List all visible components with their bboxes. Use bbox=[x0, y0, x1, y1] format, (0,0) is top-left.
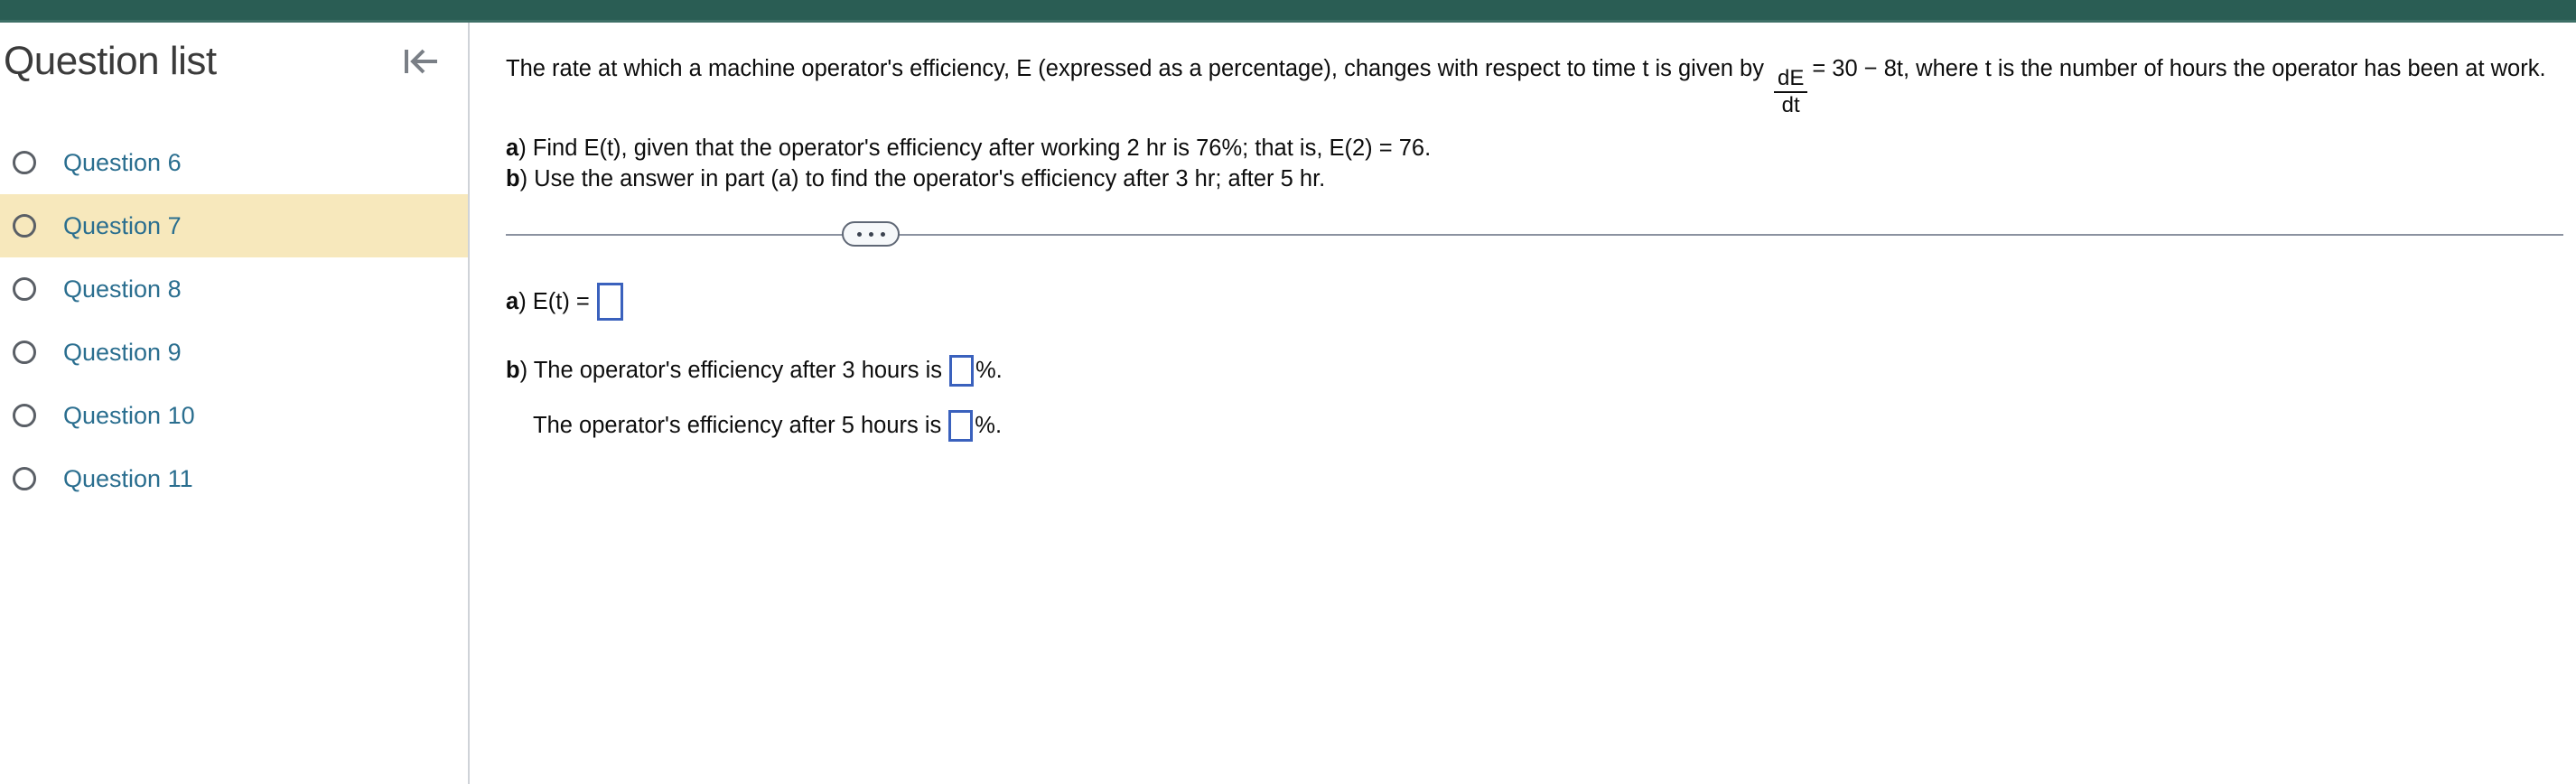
problem-part-b: b) Use the answer in part (a) to find th… bbox=[506, 163, 2563, 194]
page-title: Question list bbox=[4, 39, 217, 83]
question-radio[interactable] bbox=[13, 467, 36, 490]
question-radio[interactable] bbox=[13, 214, 36, 238]
part-b-letter: b bbox=[506, 166, 520, 191]
sidebar-item-question-8[interactable]: Question 8 bbox=[0, 257, 468, 321]
answer-a-prefix: ) E(t) = bbox=[518, 288, 590, 314]
answer-row-c: The operator's efficiency after 5 hours … bbox=[506, 410, 2563, 442]
answer-b-letter: b bbox=[506, 358, 520, 383]
sidebar-item-question-7[interactable]: Question 7 bbox=[0, 194, 468, 257]
part-a-text: ) Find E(t), given that the operator's e… bbox=[518, 135, 1432, 161]
problem-parts: a) Find E(t), given that the operator's … bbox=[506, 133, 2563, 194]
divider-line bbox=[506, 234, 2563, 236]
answer-b-suffix: %. bbox=[975, 358, 1003, 383]
question-radio[interactable] bbox=[13, 404, 36, 427]
section-divider bbox=[506, 221, 2563, 248]
problem-statement: The rate at which a machine operator's e… bbox=[506, 50, 2563, 117]
fraction-denominator: dt bbox=[1781, 93, 1800, 117]
page-body: Question list Question 6 Question 7 Ques… bbox=[0, 23, 2576, 784]
sidebar-item-label: Question 8 bbox=[63, 275, 182, 303]
answer-c-prefix: The operator's efficiency after 5 hours … bbox=[533, 413, 942, 438]
answer-input-et[interactable] bbox=[596, 283, 623, 321]
answer-input-efficiency-3hr[interactable] bbox=[948, 355, 974, 387]
sidebar-item-label: Question 9 bbox=[63, 338, 182, 366]
part-a-letter: a bbox=[506, 135, 519, 161]
question-content-panel: The rate at which a machine operator's e… bbox=[470, 23, 2576, 784]
more-options-button[interactable] bbox=[842, 221, 900, 247]
sidebar-item-label: Question 7 bbox=[63, 211, 182, 239]
app-top-bar bbox=[0, 0, 2576, 20]
ellipsis-dot bbox=[880, 231, 885, 237]
problem-part-a: a) Find E(t), given that the operator's … bbox=[506, 133, 2563, 163]
question-list-sidebar: Question list Question 6 Question 7 Ques… bbox=[0, 23, 470, 784]
sidebar-top-spacer bbox=[0, 100, 468, 131]
answer-a-letter: a bbox=[506, 288, 519, 314]
answer-b-prefix: ) The operator's efficiency after 3 hour… bbox=[519, 358, 942, 383]
sidebar-item-question-10[interactable]: Question 10 bbox=[0, 384, 468, 447]
sidebar-item-label: Question 10 bbox=[63, 401, 195, 429]
sidebar-item-label: Question 6 bbox=[63, 148, 182, 176]
question-radio[interactable] bbox=[13, 341, 36, 364]
derivative-fraction: dE dt bbox=[1773, 66, 1808, 117]
sidebar-header: Question list bbox=[0, 23, 468, 100]
ellipsis-dot bbox=[868, 231, 873, 237]
answer-row-a: a) E(t) = bbox=[506, 283, 2563, 321]
sidebar-item-question-11[interactable]: Question 11 bbox=[0, 447, 468, 510]
answer-input-efficiency-5hr[interactable] bbox=[948, 410, 974, 442]
question-radio[interactable] bbox=[13, 277, 36, 301]
answer-block: a) E(t) = b) The operator's efficiency a… bbox=[486, 248, 2576, 442]
ellipsis-dot bbox=[856, 231, 862, 237]
fraction-numerator: dE bbox=[1777, 66, 1805, 90]
problem-text-before-fraction: The rate at which a machine operator's e… bbox=[506, 56, 1764, 81]
collapse-left-icon[interactable] bbox=[397, 38, 444, 85]
answer-row-b: b) The operator's efficiency after 3 hou… bbox=[506, 355, 2563, 387]
problem-block: The rate at which a machine operator's e… bbox=[486, 23, 2576, 194]
answer-c-suffix: %. bbox=[975, 413, 1003, 438]
problem-text-after-fraction: = 30 − 8t, where t is the number of hour… bbox=[1812, 56, 2546, 81]
question-radio[interactable] bbox=[13, 151, 36, 174]
part-b-text: ) Use the answer in part (a) to find the… bbox=[519, 166, 1326, 191]
sidebar-item-label: Question 11 bbox=[63, 464, 193, 492]
sidebar-item-question-9[interactable]: Question 9 bbox=[0, 321, 468, 384]
sidebar-item-question-6[interactable]: Question 6 bbox=[0, 131, 468, 194]
